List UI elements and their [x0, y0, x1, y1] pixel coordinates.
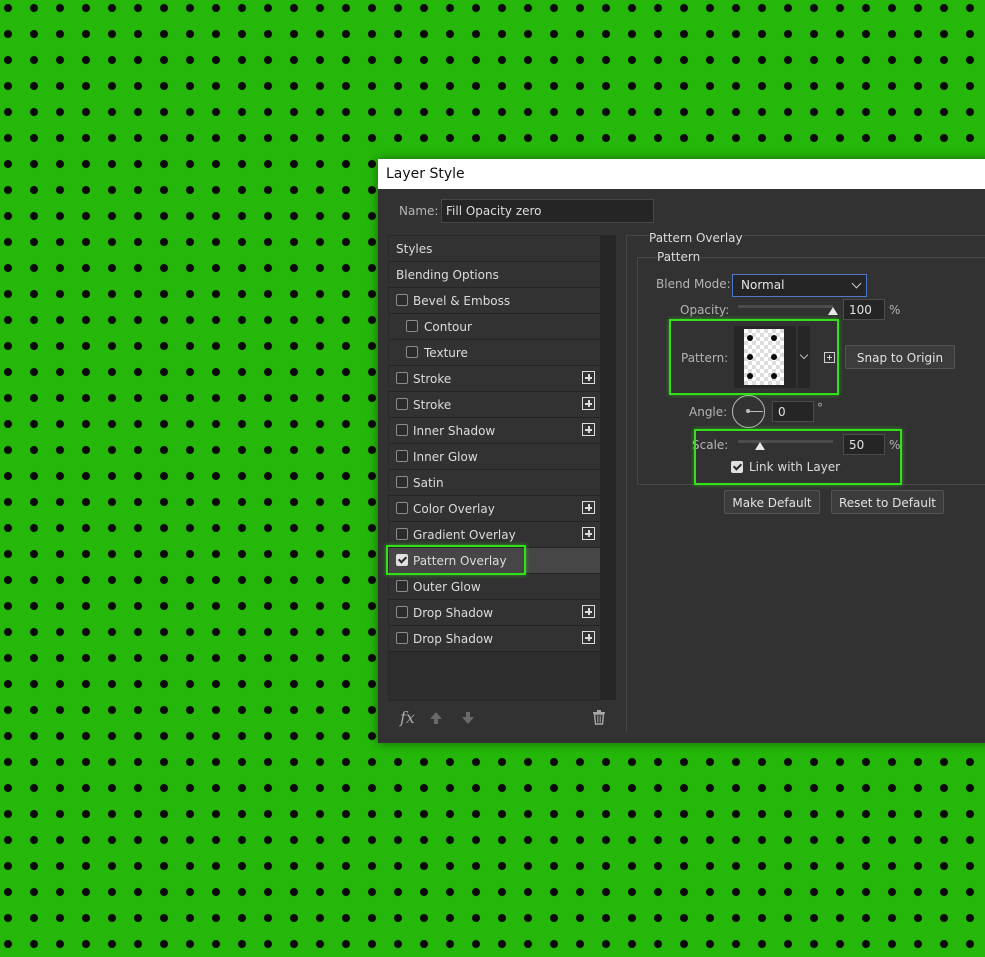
angle-unit: ° [817, 401, 823, 415]
style-item[interactable]: Styles [389, 236, 601, 262]
style-item-label: Drop Shadow [413, 632, 494, 646]
styles-list-panel: Styles Blending Options Bevel & Emboss Cont… [388, 235, 602, 701]
snap-to-origin-button[interactable]: Snap to Origin [845, 345, 955, 369]
opacity-label: Opacity: [680, 303, 730, 317]
style-item-label: Drop Shadow [413, 606, 494, 620]
style-checkbox[interactable] [396, 528, 408, 540]
name-label: Name: [399, 204, 439, 218]
style-item-label: Blending Options [396, 268, 499, 282]
make-default-button[interactable]: Make Default [724, 490, 820, 514]
add-effect-icon[interactable] [582, 371, 595, 384]
style-item[interactable]: Inner Shadow [389, 418, 601, 444]
style-checkbox[interactable] [396, 450, 408, 462]
style-item[interactable]: Texture [389, 340, 601, 366]
style-item[interactable]: Contour [389, 314, 601, 340]
style-item[interactable]: Drop Shadow [389, 600, 601, 626]
pattern-overlay-highlight-box [386, 545, 526, 575]
style-item-label: Stroke [413, 398, 452, 412]
name-input[interactable]: Fill Opacity zero [441, 199, 654, 223]
style-item-label: Inner Glow [413, 450, 478, 464]
style-item[interactable]: Blending Options [389, 262, 601, 288]
style-checkbox[interactable] [396, 502, 408, 514]
style-item-label: Color Overlay [413, 502, 495, 516]
style-checkbox[interactable] [396, 476, 408, 488]
style-item-label: Texture [424, 346, 468, 360]
style-item[interactable]: Satin [389, 470, 601, 496]
style-checkbox[interactable] [396, 424, 408, 436]
style-checkbox[interactable] [396, 294, 408, 306]
style-item[interactable]: Stroke [389, 366, 601, 392]
style-checkbox[interactable] [406, 346, 418, 358]
style-item-label: Satin [413, 476, 444, 490]
angle-input[interactable]: 0 [772, 401, 814, 422]
dialog-titlebar[interactable]: Layer Style [378, 159, 985, 189]
styles-list: Styles Blending Options Bevel & Emboss Cont… [389, 236, 601, 652]
move-up-icon[interactable] [428, 710, 444, 726]
add-effect-icon[interactable] [582, 605, 595, 618]
fx-icon[interactable]: fx [400, 708, 415, 727]
add-effect-icon[interactable] [582, 527, 595, 540]
styles-scrollbar[interactable] [600, 235, 616, 700]
style-checkbox[interactable] [396, 606, 408, 618]
style-item[interactable]: Drop Shadow [389, 626, 601, 652]
add-effect-icon[interactable] [582, 631, 595, 644]
style-item-label: Gradient Overlay [413, 528, 516, 542]
pattern-highlight-box [669, 319, 839, 395]
opacity-input[interactable]: 100 [843, 299, 885, 320]
style-item[interactable]: Bevel & Emboss [389, 288, 601, 314]
style-checkbox[interactable] [396, 398, 408, 410]
opacity-unit: % [889, 303, 901, 317]
add-effect-icon[interactable] [582, 501, 595, 514]
dialog-title: Layer Style [386, 166, 465, 182]
blend-mode-value: Normal [741, 278, 785, 292]
section-title: Pattern Overlay [649, 231, 743, 245]
layer-style-dialog: Layer Style Name: Fill Opacity zero Styl… [378, 159, 985, 743]
style-checkbox[interactable] [396, 632, 408, 644]
move-down-icon[interactable] [460, 710, 476, 726]
style-item-label: Contour [424, 320, 472, 334]
style-checkbox[interactable] [406, 320, 418, 332]
blend-mode-label: Blend Mode: [656, 277, 731, 291]
style-item-label: Inner Shadow [413, 424, 496, 438]
trash-icon[interactable] [591, 709, 607, 725]
angle-dial[interactable] [732, 395, 765, 428]
add-effect-icon[interactable] [582, 397, 595, 410]
style-item[interactable]: Stroke [389, 392, 601, 418]
angle-dial-needle [748, 410, 763, 412]
add-effect-icon[interactable] [582, 423, 595, 436]
opacity-slider[interactable] [738, 305, 833, 308]
style-item-label: Bevel & Emboss [413, 294, 511, 308]
style-item[interactable]: Inner Glow [389, 444, 601, 470]
style-item-label: Stroke [413, 372, 452, 386]
style-item-label: Styles [396, 242, 433, 256]
blend-mode-select[interactable]: Normal [732, 274, 867, 297]
style-checkbox[interactable] [396, 580, 408, 592]
reset-to-default-button[interactable]: Reset to Default [831, 490, 944, 514]
opacity-slider-thumb[interactable] [828, 307, 838, 315]
style-item[interactable]: Outer Glow [389, 574, 601, 600]
style-item-label: Outer Glow [413, 580, 481, 594]
style-item[interactable]: Color Overlay [389, 496, 601, 522]
group-title: Pattern [657, 250, 701, 264]
chevron-down-icon [851, 278, 862, 289]
scale-highlight-box [694, 429, 902, 485]
angle-label: Angle: [689, 405, 728, 419]
style-checkbox[interactable] [396, 372, 408, 384]
